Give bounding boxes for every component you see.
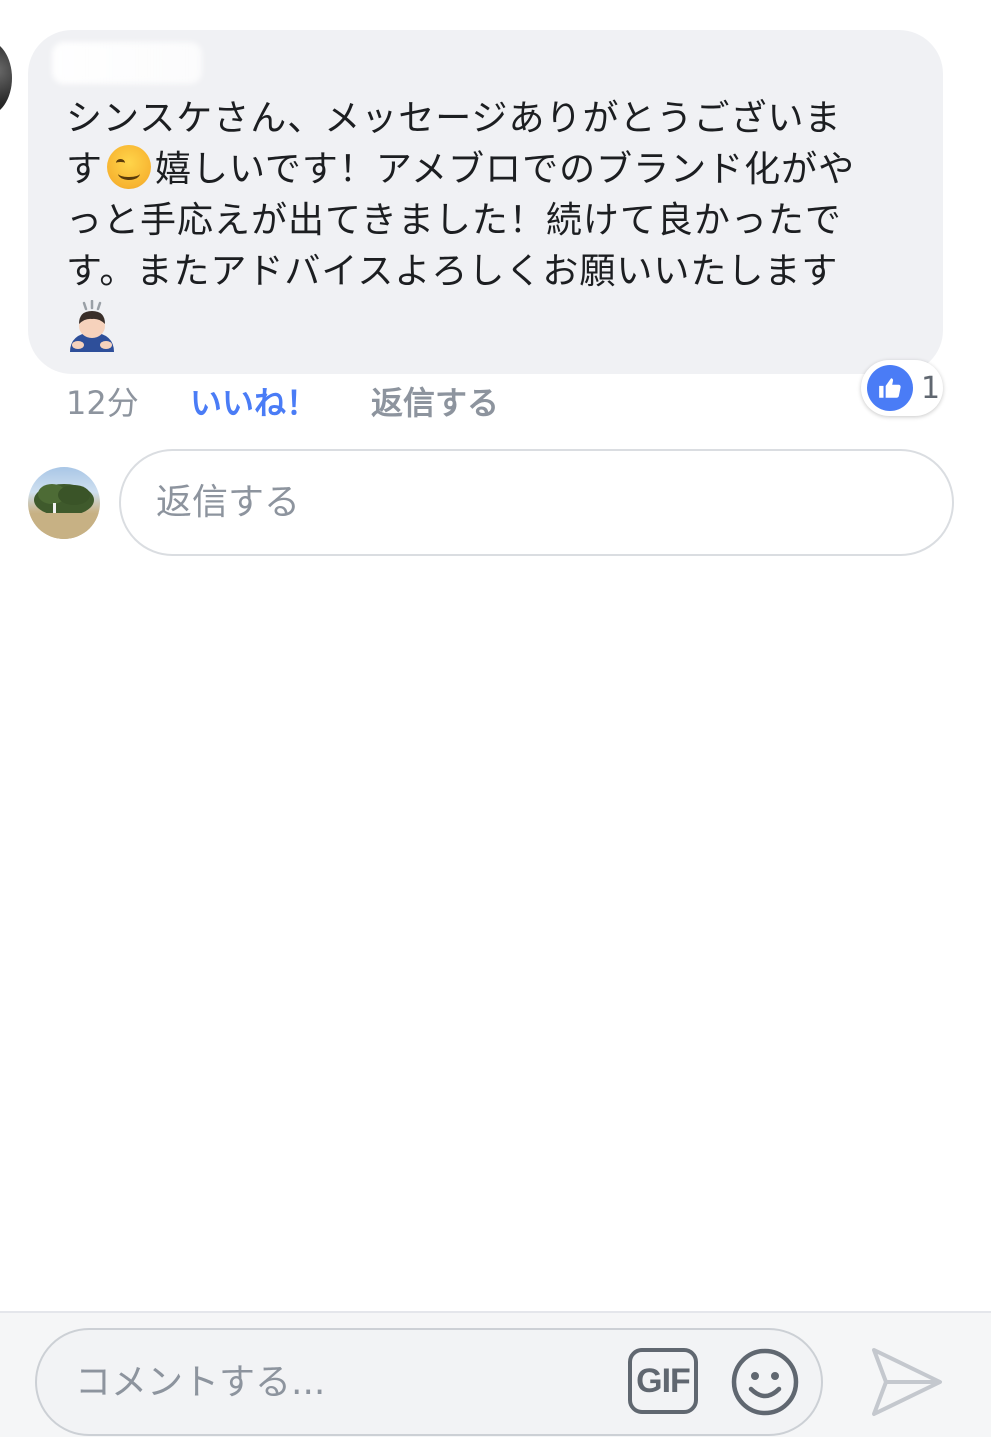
comment-text-line2-start: す — [66, 149, 104, 190]
comment-input[interactable] — [75, 1330, 595, 1434]
smiling-face-icon — [107, 145, 152, 189]
like-icon — [867, 365, 913, 411]
author-avatar[interactable] — [0, 40, 12, 116]
reply-input[interactable] — [119, 449, 954, 556]
comment-text-line2-end: 嬉しいです！アメブロでのブランド化がや — [155, 149, 856, 190]
author-name[interactable] — [52, 42, 202, 84]
comment-timestamp[interactable]: 12分 — [66, 382, 139, 424]
reaction-count: 1 — [921, 370, 941, 406]
comment-text-line4: す。またアドバイスよろしくお願いいたします — [66, 251, 839, 292]
user-avatar[interactable] — [28, 467, 100, 539]
comment-text-line1: シンスケさん、メッセージありがとうございま — [66, 98, 842, 139]
comment-text-line3: っと手応えが出てきました！続けて良かったで — [66, 200, 842, 241]
gif-icon[interactable]: GIF — [628, 1348, 698, 1414]
comment-composer: GIF — [35, 1328, 823, 1436]
reply-button[interactable]: 返信する — [371, 382, 499, 424]
comment-text: シンスケさん、メッセージありがとうございま す 嬉しいです！アメブロでのブランド化… — [66, 93, 916, 297]
like-button[interactable]: いいね！ — [190, 382, 318, 424]
smiley-icon[interactable] — [730, 1347, 800, 1417]
reaction-summary[interactable]: 1 — [861, 360, 943, 416]
bowing-person-icon — [70, 300, 114, 352]
send-icon[interactable] — [870, 1346, 944, 1418]
